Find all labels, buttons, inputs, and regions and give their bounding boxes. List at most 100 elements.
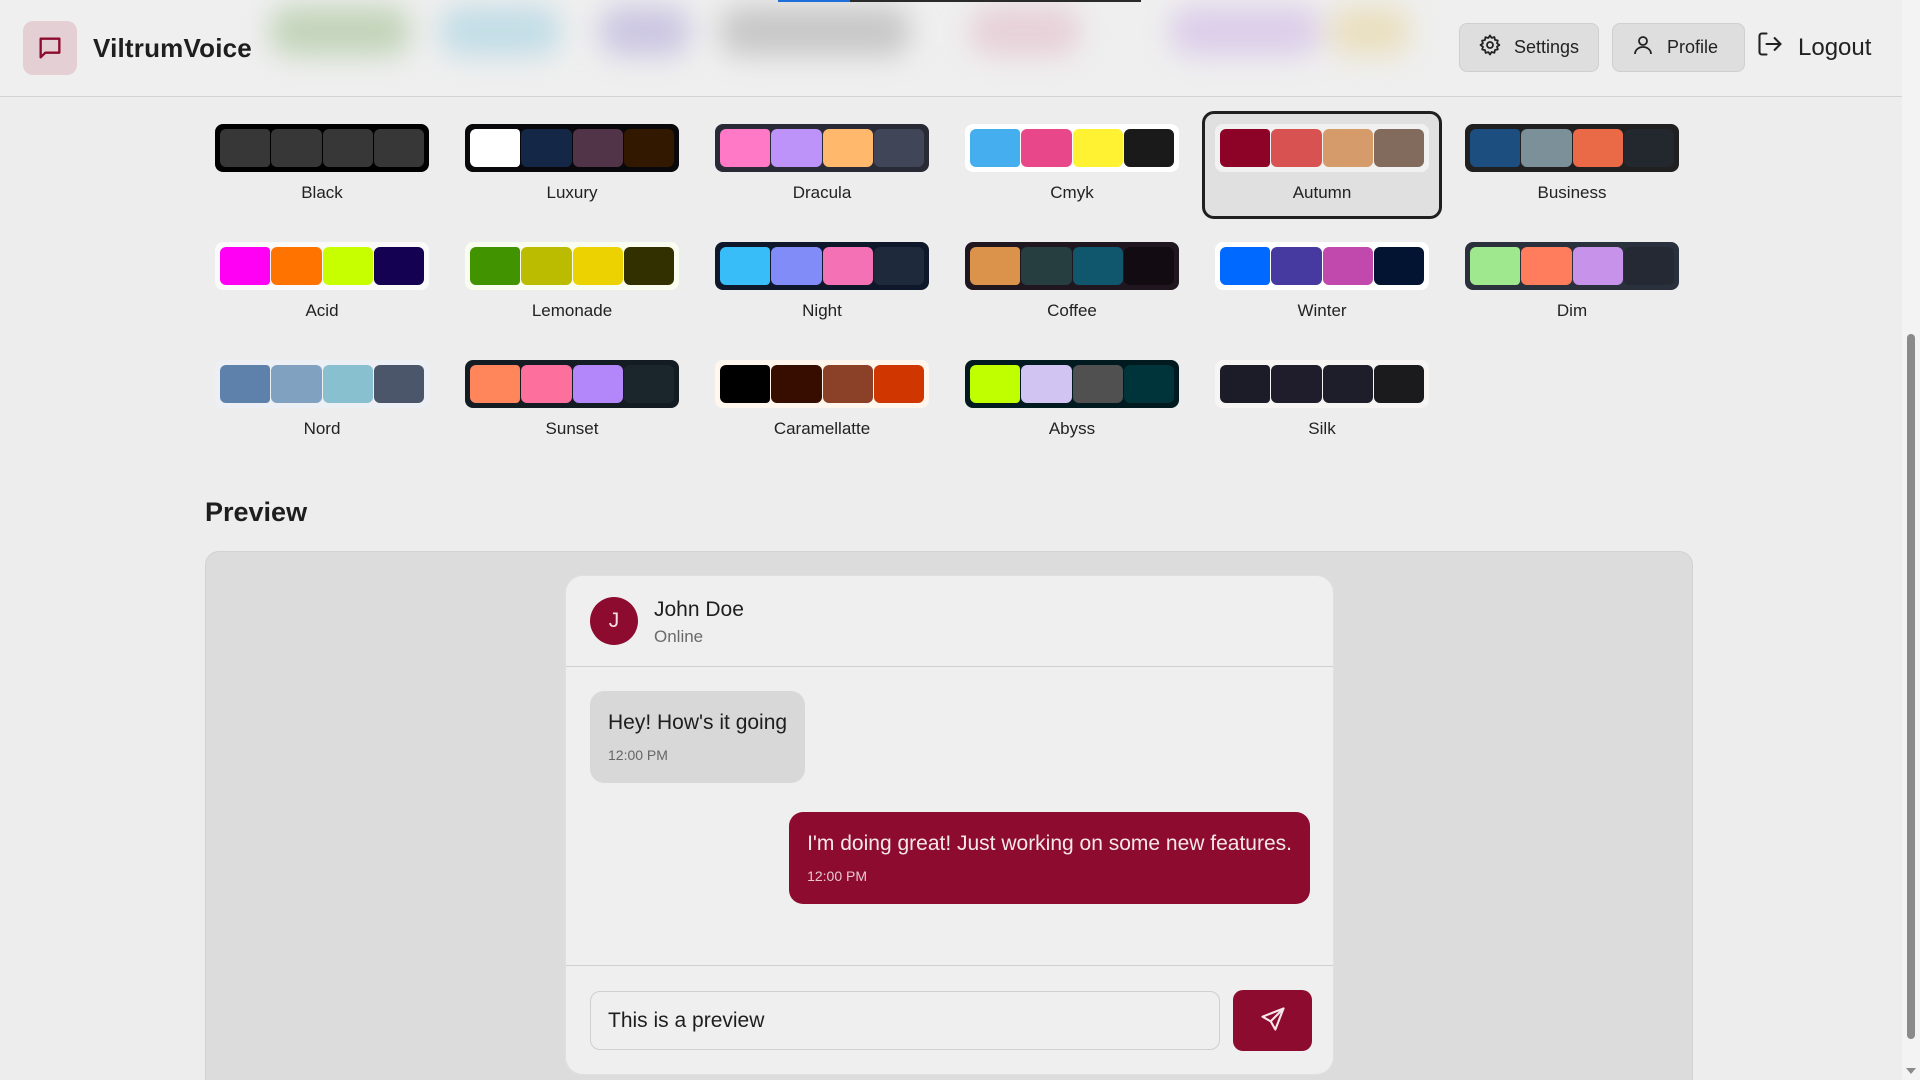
theme-swatch [1521, 129, 1572, 167]
theme-label: Acid [305, 301, 339, 320]
theme-swatch [470, 129, 521, 167]
theme-swatch [1072, 365, 1123, 403]
send-icon [1259, 1005, 1287, 1036]
theme-option-silk[interactable]: Silk [1202, 347, 1442, 455]
theme-swatch [373, 365, 424, 403]
theme-label: Autumn [1292, 183, 1352, 202]
logout-label: Logout [1798, 33, 1872, 61]
chat-bubble-icon [23, 21, 77, 75]
theme-option-dracula[interactable]: Dracula [702, 111, 942, 219]
send-button[interactable] [1233, 990, 1312, 1051]
theme-label: Business [1537, 183, 1607, 202]
theme-swatch [970, 365, 1021, 403]
theme-option-coffee[interactable]: Coffee [952, 229, 1192, 337]
theme-swatch-bar [215, 242, 429, 290]
scrollbar-thumb[interactable] [1907, 334, 1915, 1039]
theme-swatch [771, 247, 822, 285]
theme-swatch [220, 247, 271, 285]
theme-swatch [1623, 247, 1674, 285]
theme-label: Silk [1308, 419, 1336, 438]
theme-swatch [623, 365, 674, 403]
chat-header: J John Doe Online [566, 576, 1333, 667]
scroll-down-arrow[interactable] [1906, 1068, 1916, 1074]
gear-icon [1478, 33, 1502, 62]
theme-swatch [572, 365, 623, 403]
theme-swatch [822, 365, 873, 403]
theme-swatch [623, 247, 674, 285]
theme-swatch [970, 129, 1021, 167]
theme-swatch [1322, 129, 1373, 167]
theme-swatch [623, 129, 674, 167]
theme-label: Caramellatte [773, 419, 871, 438]
theme-option-black[interactable]: Black [202, 111, 442, 219]
theme-swatch [1021, 129, 1072, 167]
theme-option-winter[interactable]: Winter [1202, 229, 1442, 337]
settings-button[interactable]: Settings [1459, 23, 1599, 72]
theme-option-acid[interactable]: Acid [202, 229, 442, 337]
contact-name: John Doe [654, 598, 744, 621]
theme-swatch-bar [465, 242, 679, 290]
theme-swatch [470, 365, 521, 403]
theme-swatch [771, 365, 822, 403]
theme-swatch [373, 129, 424, 167]
theme-swatch [1572, 129, 1623, 167]
theme-option-night[interactable]: Night [702, 229, 942, 337]
theme-label: Dracula [792, 183, 852, 202]
theme-swatch [720, 247, 771, 285]
theme-swatch [1123, 365, 1174, 403]
theme-swatch [1021, 247, 1072, 285]
theme-label: Abyss [1048, 419, 1096, 438]
theme-swatch-bar [215, 124, 429, 172]
theme-swatch [470, 247, 521, 285]
profile-button[interactable]: Profile [1612, 23, 1745, 72]
theme-swatch-bar [1215, 124, 1429, 172]
theme-swatch-bar [465, 360, 679, 408]
theme-label: Black [301, 183, 343, 202]
contact-status: Online [654, 627, 704, 646]
theme-swatch [970, 247, 1021, 285]
theme-swatch [1021, 365, 1072, 403]
app-name: ViltrumVoice [93, 32, 252, 63]
theme-swatch [1220, 365, 1271, 403]
theme-swatch [322, 247, 373, 285]
theme-option-nord[interactable]: Nord [202, 347, 442, 455]
theme-swatch-bar [1215, 242, 1429, 290]
theme-option-dim[interactable]: Dim [1452, 229, 1692, 337]
theme-option-business[interactable]: Business [1452, 111, 1692, 219]
theme-option-autumn[interactable]: Autumn [1202, 111, 1442, 219]
theme-swatch-bar [215, 360, 429, 408]
theme-swatch [220, 365, 271, 403]
brand-logo[interactable]: ViltrumVoice [23, 21, 252, 75]
theme-option-luxury[interactable]: Luxury [452, 111, 692, 219]
theme-swatch-bar [965, 124, 1179, 172]
theme-swatch [1470, 247, 1521, 285]
theme-label: Luxury [546, 183, 598, 202]
theme-swatch-bar [1465, 242, 1679, 290]
top-navbar: ViltrumVoice Settings Profile Logout [0, 0, 1902, 97]
theme-swatch [1271, 365, 1322, 403]
theme-swatch [1072, 247, 1123, 285]
theme-swatch [373, 247, 424, 285]
theme-swatch [873, 365, 924, 403]
theme-option-abyss[interactable]: Abyss [952, 347, 1192, 455]
theme-label: Night [802, 301, 842, 320]
theme-swatch [1123, 129, 1174, 167]
theme-option-caramellatte[interactable]: Caramellatte [702, 347, 942, 455]
theme-swatch [521, 365, 572, 403]
theme-swatch-bar [715, 360, 929, 408]
theme-option-lemonade[interactable]: Lemonade [452, 229, 692, 337]
theme-swatch [521, 129, 572, 167]
theme-swatch [873, 129, 924, 167]
outgoing-message: I'm doing great! Just working on some ne… [789, 812, 1310, 904]
theme-option-cmyk[interactable]: Cmyk [952, 111, 1192, 219]
avatar: J [590, 597, 638, 645]
page-scrollbar[interactable] [1902, 0, 1920, 1080]
theme-swatch [1271, 129, 1322, 167]
theme-swatch [873, 247, 924, 285]
theme-swatch-bar [715, 242, 929, 290]
theme-swatch [1322, 365, 1373, 403]
logout-button[interactable]: Logout [1756, 23, 1871, 72]
theme-swatch [1373, 365, 1424, 403]
message-input[interactable] [590, 991, 1220, 1050]
theme-option-sunset[interactable]: Sunset [452, 347, 692, 455]
